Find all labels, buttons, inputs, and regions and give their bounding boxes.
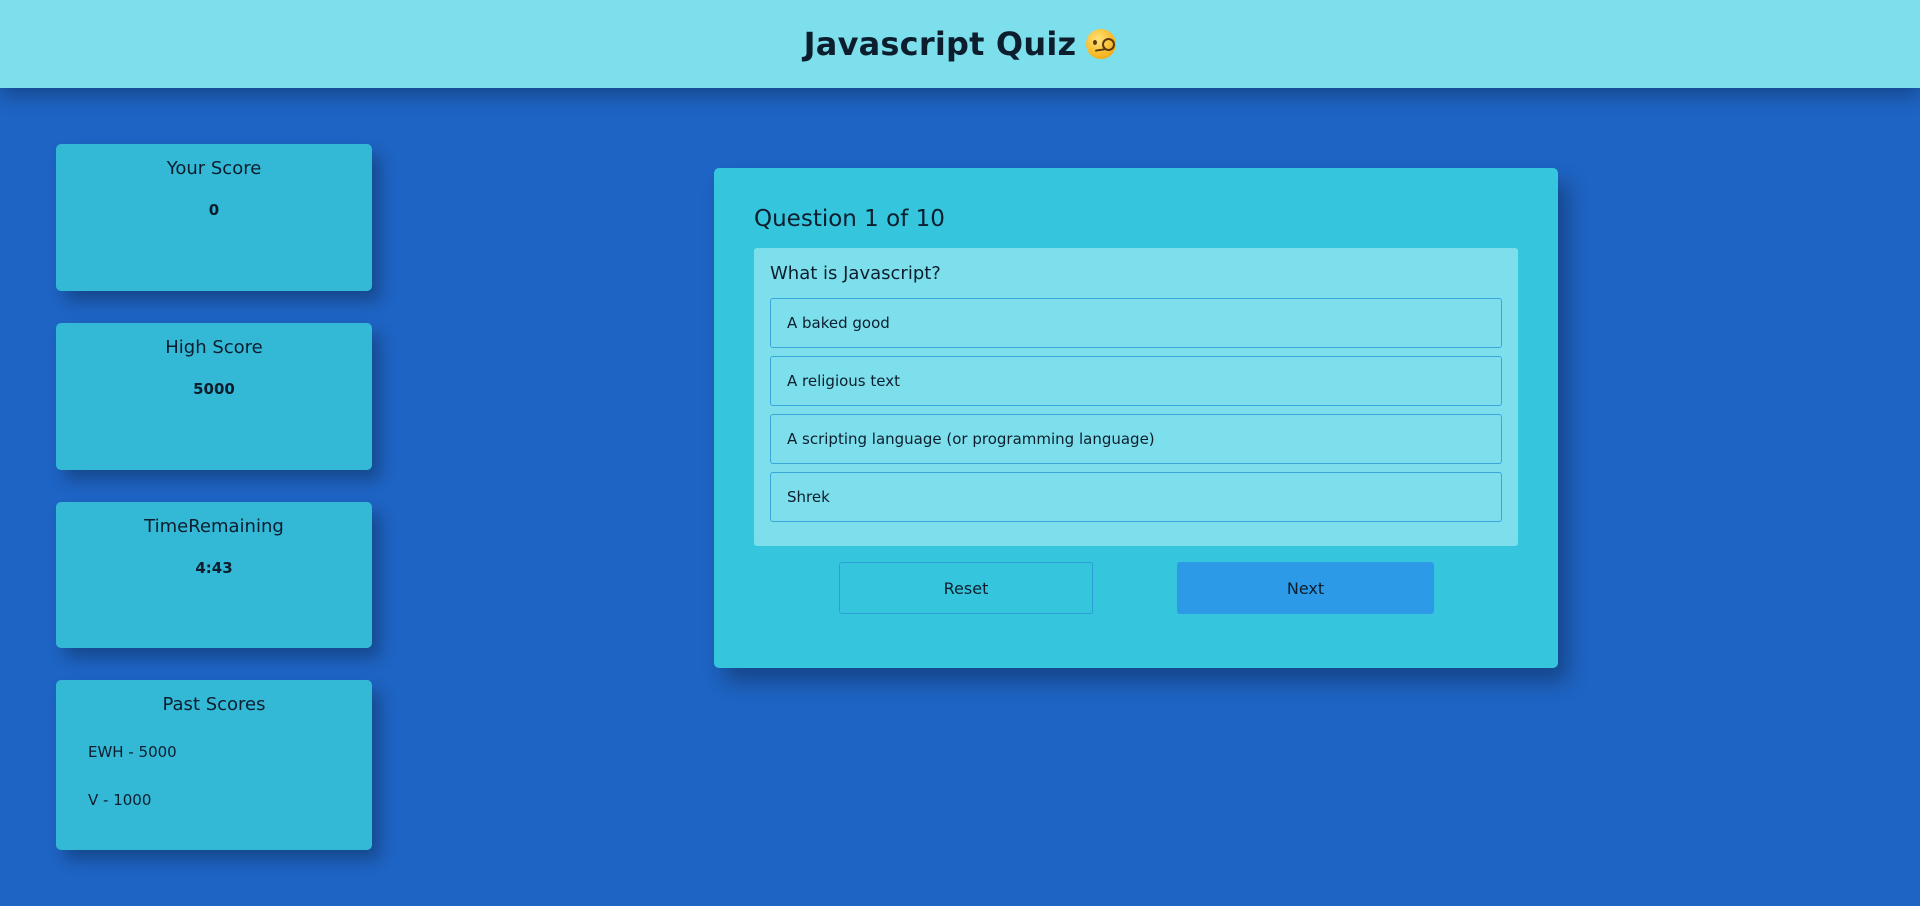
your-score-card: Your Score 0 [56,144,372,291]
question-box: What is Javascript? A baked good A relig… [754,248,1518,546]
past-scores-list: EWH - 5000 V - 1000 [56,737,372,833]
app-header: Javascript Quiz [0,0,1920,88]
high-score-value: 5000 [193,380,235,398]
high-score-card: High Score 5000 [56,323,372,470]
time-remaining-card: TimeRemaining 4:43 [56,502,372,648]
question-counter: Question 1 of 10 [754,206,945,232]
your-score-title: Your Score [166,158,262,179]
answer-option[interactable]: A baked good [770,298,1502,348]
next-button[interactable]: Next [1177,562,1434,614]
time-remaining-title: TimeRemaining [144,516,284,537]
time-remaining-value: 4:43 [195,559,233,577]
past-score-item: V - 1000 [88,791,152,809]
answer-option[interactable]: A scripting language (or programming lan… [770,414,1502,464]
quiz-panel: Question 1 of 10 What is Javascript? A b… [714,168,1558,668]
app-title-wrap: Javascript Quiz [804,25,1117,63]
past-score-item: EWH - 5000 [88,743,177,761]
answer-option[interactable]: A religious text [770,356,1502,406]
past-scores-card: Past Scores EWH - 5000 V - 1000 [56,680,372,850]
high-score-title: High Score [165,337,263,358]
question-text: What is Javascript? [770,263,941,284]
reset-button[interactable]: Reset [839,562,1093,614]
answer-option[interactable]: Shrek [770,472,1502,522]
app-title: Javascript Quiz [803,25,1077,63]
face-with-monocle-icon [1086,29,1117,59]
past-scores-title: Past Scores [162,694,266,715]
your-score-value: 0 [208,201,220,219]
